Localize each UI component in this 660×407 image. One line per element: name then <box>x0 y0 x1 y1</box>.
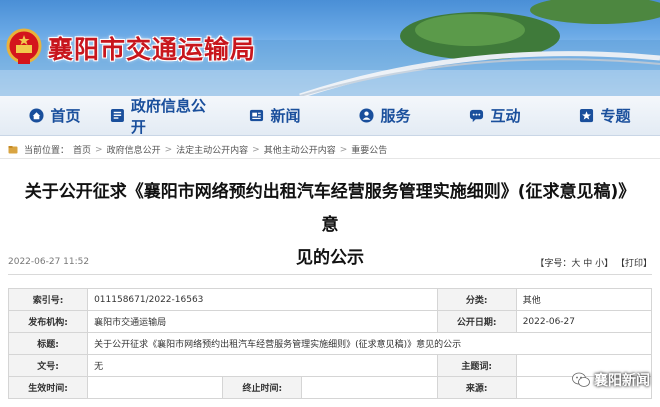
title-label: 标题: <box>7 332 89 355</box>
nav-home[interactable]: 首页 <box>0 96 110 135</box>
breadcrumb: 当前位置： 首页 > 政府信息公开 > 法定主动公开内容 > 其他主动公开内容 … <box>0 141 660 159</box>
table-row: 发布机构: 襄阳市交通运输局 公开日期: 2022-06-27 <box>7 310 653 333</box>
docno-label: 文号: <box>7 354 89 377</box>
table-row: 文号: 无 主题词: <box>7 354 653 377</box>
source-label: 来源: <box>436 376 517 399</box>
nav-news-label: 新闻 <box>270 107 301 125</box>
table-row: 生效时间: 终止时间: 来源: <box>7 376 653 399</box>
breadcrumb-item-statutory[interactable]: 法定主动公开内容 <box>176 143 248 156</box>
breadcrumb-item-other[interactable]: 其他主动公开内容 <box>264 143 336 156</box>
nav-service[interactable]: 服务 <box>330 96 440 135</box>
article-tools[interactable]: 【字号：大 中 小】 【打印】 <box>535 256 652 269</box>
document-icon <box>110 108 124 123</box>
category-label: 分类: <box>436 288 517 311</box>
publisher-label: 发布机构: <box>7 310 89 333</box>
breadcrumb-separator: > <box>252 144 260 155</box>
breadcrumb-separator: > <box>95 144 103 155</box>
article-date: 2022-06-27 11:52 <box>8 257 90 267</box>
nav-interact-label: 互动 <box>490 107 521 125</box>
expire-value <box>301 376 438 399</box>
breadcrumb-item-home[interactable]: 首页 <box>73 143 91 156</box>
breadcrumb-item-announcement[interactable]: 重要公告 <box>351 143 387 156</box>
wechat-icon <box>572 372 590 387</box>
watermark: 襄阳新闻 <box>572 370 650 390</box>
nav-home-label: 首页 <box>50 107 81 125</box>
service-icon <box>359 108 375 123</box>
topic-icon <box>580 108 594 123</box>
nav-news[interactable]: 新闻 <box>220 96 330 135</box>
info-table: 索引号: 011158671/2022-16563 分类: 其他 发布机构: 襄… <box>7 288 653 399</box>
nav-topics-label: 专题 <box>600 107 631 125</box>
publisher-value: 襄阳市交通运输局 <box>87 310 438 333</box>
breadcrumb-prefix: 当前位置： <box>24 146 70 156</box>
main-nav: 首页 政府信息公开 新闻 服务 互动 专题 <box>0 96 660 136</box>
pubdate-value: 2022-06-27 <box>515 310 653 333</box>
table-row: 标题: 关于公开征求《襄阳市网络预约出租汽车经营服务管理实施细则》(征求意见稿)… <box>7 332 652 355</box>
news-icon <box>250 109 264 122</box>
divider <box>8 274 652 275</box>
effective-value <box>87 376 224 399</box>
nav-gov-info[interactable]: 政府信息公开 <box>110 96 220 136</box>
home-icon <box>29 108 45 123</box>
docno-value: 无 <box>87 354 438 377</box>
nav-topics[interactable]: 专题 <box>550 96 660 135</box>
category-value: 其他 <box>515 288 653 311</box>
nav-service-label: 服务 <box>380 107 411 125</box>
expire-label: 终止时间: <box>222 376 303 399</box>
breadcrumb-separator: > <box>164 144 173 155</box>
watermark-text: 襄阳新闻 <box>594 373 650 389</box>
breadcrumb-separator: > <box>339 144 348 155</box>
index-label: 索引号: <box>7 288 89 311</box>
nav-gov-info-label: 政府信息公开 <box>130 96 206 136</box>
article-meta: 2022-06-27 11:52 【字号：大 中 小】 【打印】 <box>8 254 652 270</box>
article-title-line1: 关于公开征求《襄阳市网络预约出租汽车经营服务管理实施细则》(征求意见稿)》意 <box>24 182 636 235</box>
location-icon <box>8 145 18 153</box>
national-emblem-icon <box>6 28 42 64</box>
title-value: 关于公开征求《襄阳市网络预约出租汽车经营服务管理实施细则》(征求意见稿)》意见的… <box>87 332 652 355</box>
table-row: 索引号: 011158671/2022-16563 分类: 其他 <box>7 288 653 311</box>
header-banner: 襄阳市交通运输局 <box>0 0 660 96</box>
breadcrumb-item-gov-info[interactable]: 政府信息公开 <box>107 143 161 156</box>
index-value: 011158671/2022-16563 <box>87 288 438 311</box>
effective-label: 生效时间: <box>7 376 89 399</box>
site-title[interactable]: 襄阳市交通运输局 <box>48 30 256 66</box>
nav-interact[interactable]: 互动 <box>440 96 550 135</box>
keyword-label: 主题词: <box>436 354 517 377</box>
chat-icon <box>470 109 484 123</box>
pubdate-label: 公开日期: <box>436 310 517 333</box>
